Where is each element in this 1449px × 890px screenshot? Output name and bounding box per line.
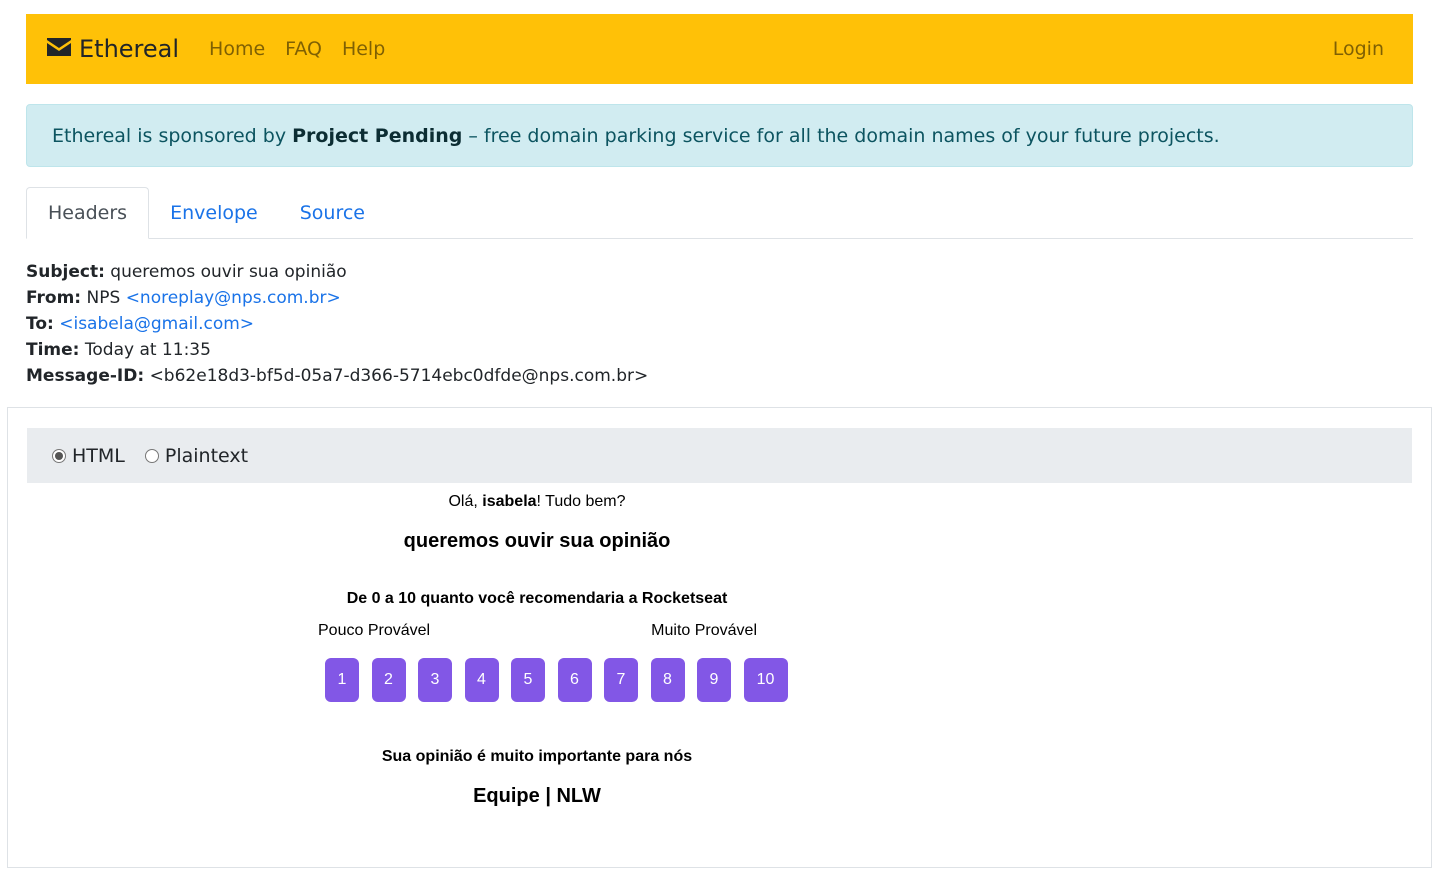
plaintext-radio-option[interactable]: Plaintext bbox=[144, 444, 249, 467]
subject-label: Subject: bbox=[26, 262, 105, 282]
nps-question: De 0 a 10 quanto você recomendaria a Roc… bbox=[346, 590, 728, 607]
greeting-prefix: Olá, bbox=[448, 493, 478, 510]
to-label: To: bbox=[26, 314, 54, 334]
message-tabs: Headers Envelope Source bbox=[26, 187, 1413, 239]
message-id-value: <b62e18d3-bf5d-05a7-d366-5714ebc0dfde@np… bbox=[149, 366, 649, 386]
greeting-name: isabela bbox=[482, 493, 537, 510]
brand[interactable]: Ethereal bbox=[46, 35, 179, 63]
score-button-4[interactable]: 4 bbox=[464, 658, 499, 702]
header-to: To: <isabela@gmail.com> bbox=[26, 311, 648, 337]
email-title: queremos ouvir sua opinião bbox=[403, 530, 671, 552]
score-button-2[interactable]: 2 bbox=[371, 658, 406, 702]
email-signature: Equipe | NLW bbox=[473, 785, 601, 807]
message-id-label: Message-ID: bbox=[26, 366, 145, 386]
top-navbar: Ethereal Home FAQ Help Login bbox=[26, 14, 1413, 84]
login-link[interactable]: Login bbox=[1333, 38, 1384, 60]
score-button-1[interactable]: 1 bbox=[325, 658, 359, 702]
greeting-suffix: ! Tudo bem? bbox=[536, 493, 626, 510]
score-button-5[interactable]: 5 bbox=[511, 658, 545, 702]
score-button-6[interactable]: 6 bbox=[557, 658, 592, 702]
to-email-link[interactable]: <isabela@gmail.com> bbox=[59, 314, 254, 334]
header-subject: Subject: queremos ouvir sua opinião bbox=[26, 259, 648, 285]
from-label: From: bbox=[26, 288, 82, 308]
subject-value: queremos ouvir sua opinião bbox=[110, 262, 347, 282]
alert-suffix: – free domain parking service for all th… bbox=[468, 124, 1220, 147]
score-button-3[interactable]: 3 bbox=[418, 658, 452, 702]
from-name: NPS bbox=[86, 288, 121, 308]
importance-note: Sua opinião é muito importante para nós bbox=[381, 748, 693, 765]
email-content: Olá, isabela! Tudo bem? queremos ouvir s… bbox=[307, 490, 788, 808]
sponsor-alert: Ethereal is sponsored by Project Pending… bbox=[26, 104, 1413, 167]
html-radio-option[interactable]: HTML bbox=[52, 445, 125, 467]
scale-labels: Pouco Provável Muito Provável bbox=[307, 622, 767, 640]
score-button-8[interactable]: 8 bbox=[650, 658, 685, 702]
tab-headers[interactable]: Headers bbox=[26, 187, 150, 239]
score-button-10[interactable]: 10 bbox=[743, 658, 788, 702]
alert-prefix: Ethereal is sponsored by bbox=[52, 124, 287, 147]
time-label: Time: bbox=[26, 340, 80, 360]
nav-link-home[interactable]: Home bbox=[209, 38, 265, 60]
view-mode-bar: HTML Plaintext bbox=[27, 428, 1412, 483]
envelope-icon bbox=[46, 37, 72, 57]
email-greeting: Olá, isabela! Tudo bem? bbox=[307, 493, 767, 511]
alert-sponsor-name: Project Pending bbox=[292, 124, 463, 147]
score-button-7[interactable]: 7 bbox=[604, 658, 638, 702]
plaintext-radio[interactable] bbox=[144, 448, 159, 463]
tab-source[interactable]: Source bbox=[279, 187, 386, 238]
score-button-9[interactable]: 9 bbox=[697, 658, 731, 702]
header-message-id: Message-ID: <b62e18d3-bf5d-05a7-d366-571… bbox=[26, 363, 648, 389]
high-likelihood-label: Muito Provável bbox=[651, 622, 757, 639]
low-likelihood-label: Pouco Provável bbox=[318, 622, 431, 639]
brand-name: Ethereal bbox=[79, 35, 180, 63]
score-buttons: 1 2 3 4 5 6 7 8 9 10 bbox=[325, 658, 788, 702]
nav-link-faq[interactable]: FAQ bbox=[285, 38, 322, 60]
time-value: Today at 11:35 bbox=[84, 340, 211, 360]
html-radio[interactable] bbox=[52, 448, 66, 463]
nav-link-help[interactable]: Help bbox=[342, 38, 385, 60]
header-from: From: NPS <noreplay@nps.com.br> bbox=[26, 285, 648, 311]
header-time: Time: Today at 11:35 bbox=[26, 337, 648, 363]
from-email-link[interactable]: <noreplay@nps.com.br> bbox=[126, 288, 341, 308]
html-radio-label: HTML bbox=[72, 444, 125, 467]
message-headers: Subject: queremos ouvir sua opinião From… bbox=[26, 259, 648, 389]
plaintext-radio-label: Plaintext bbox=[164, 444, 249, 467]
tab-envelope[interactable]: Envelope bbox=[149, 187, 279, 238]
